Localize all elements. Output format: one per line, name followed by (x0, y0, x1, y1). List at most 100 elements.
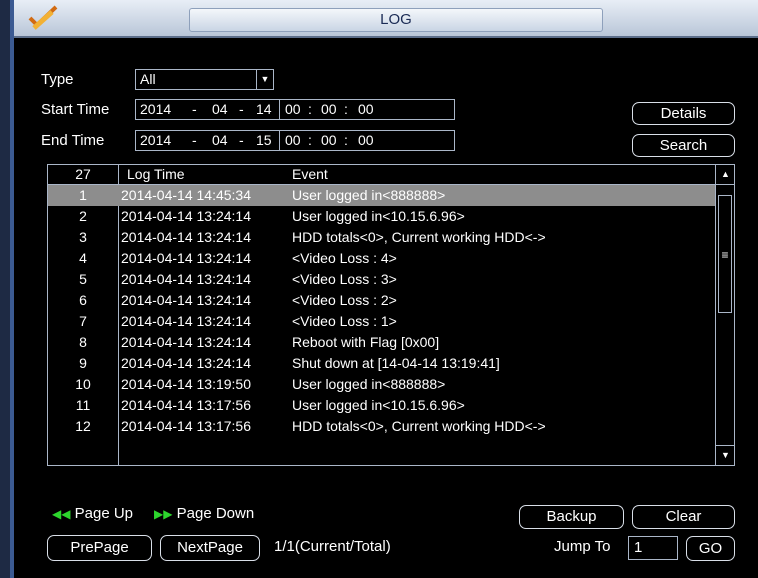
start-hour[interactable]: 00 (285, 100, 301, 119)
page-up-link[interactable]: ◀◀ Page Up (52, 505, 133, 522)
row-log-time: 2014-04-14 13:19:50 (121, 376, 251, 392)
row-log-time: 2014-04-14 13:24:14 (121, 313, 251, 329)
pen-check-logo-icon (28, 5, 58, 30)
row-event: <Video Loss : 4> (292, 250, 397, 266)
row-log-time: 2014-04-14 13:17:56 (121, 418, 251, 434)
row-log-time: 2014-04-14 13:24:14 (121, 355, 251, 371)
row-event: User logged in<10.15.6.96> (292, 208, 465, 224)
titlebar: LOG (14, 0, 758, 38)
start-divider (279, 100, 280, 119)
details-button[interactable]: Details (632, 102, 735, 125)
table-header: 27 Log Time Event (48, 165, 715, 185)
end-divider (279, 131, 280, 150)
row-event: <Video Loss : 1> (292, 313, 397, 329)
row-number: 7 (79, 313, 87, 329)
scrollbar[interactable]: ▲ ≡ ▼ (715, 165, 734, 465)
row-log-time: 2014-04-14 13:24:14 (121, 334, 251, 350)
end-year[interactable]: 2014 (140, 131, 171, 150)
type-select-value: All (140, 71, 156, 87)
table-row[interactable]: 10 2014-04-14 13:19:50 User logged in<8888… (48, 374, 715, 395)
type-select[interactable]: All ▼ (135, 69, 274, 90)
row-event: User logged in<10.15.6.96> (292, 397, 465, 413)
row-log-time: 2014-04-14 13:24:14 (121, 250, 251, 266)
start-year[interactable]: 2014 (140, 100, 171, 119)
table-row[interactable]: 4 2014-04-14 13:24:14 <Video Loss : 4> (48, 248, 715, 269)
start-month[interactable]: 04 (212, 100, 228, 119)
table-row[interactable]: 12 2014-04-14 13:17:56 HDD totals<0>, Curr… (48, 416, 715, 437)
nextpage-button[interactable]: NextPage (160, 535, 260, 561)
scroll-down-arrow-icon[interactable]: ▼ (716, 445, 734, 465)
row-event: Reboot with Flag [0x00] (292, 334, 440, 350)
table-row[interactable]: 3 2014-04-14 13:24:14 HDD totals<0>, Curre… (48, 227, 715, 248)
start-time-label: Start Time (41, 101, 110, 118)
page-status: 1/1(Current/Total) (274, 538, 391, 555)
log-table: 27 Log Time Event 1 2014-04-14 14:45:34 Us… (47, 164, 735, 466)
table-row[interactable]: 11 2014-04-14 13:17:56 User logged in<10.1… (48, 395, 715, 416)
table-row[interactable]: 5 2014-04-14 13:24:14 <Video Loss : 3> (48, 269, 715, 290)
skip-forward-icon: ▶▶ (154, 507, 173, 521)
backup-button[interactable]: Backup (519, 505, 624, 529)
end-day[interactable]: 15 (256, 131, 272, 150)
search-button[interactable]: Search (632, 134, 735, 157)
end-sep1: - (192, 132, 197, 148)
row-number: 12 (75, 418, 91, 434)
end-second[interactable]: 00 (358, 131, 374, 150)
end-hour[interactable]: 00 (285, 131, 301, 150)
clear-button[interactable]: Clear (632, 505, 735, 529)
row-number: 4 (79, 250, 87, 266)
row-number: 8 (79, 334, 87, 350)
table-row[interactable]: 7 2014-04-14 13:24:14 <Video Loss : 1> (48, 311, 715, 332)
table-row[interactable]: 8 2014-04-14 13:24:14 Reboot with Flag [0x… (48, 332, 715, 353)
page-down-link[interactable]: ▶▶ Page Down (154, 505, 254, 522)
start-sep2: - (239, 101, 244, 117)
row-number: 2 (79, 208, 87, 224)
prepage-button[interactable]: PrePage (47, 535, 152, 561)
start-colon1: : (308, 101, 312, 117)
row-number: 10 (75, 376, 91, 392)
end-minute[interactable]: 00 (321, 131, 337, 150)
jump-to-label: Jump To (554, 538, 611, 555)
row-log-time: 2014-04-14 13:24:14 (121, 292, 251, 308)
row-number: 1 (79, 187, 87, 203)
row-number: 5 (79, 271, 87, 287)
row-log-time: 2014-04-14 13:24:14 (121, 208, 251, 224)
table-row[interactable]: 9 2014-04-14 13:24:14 Shut down at [14-04-… (48, 353, 715, 374)
row-event: HDD totals<0>, Current working HDD<-> (292, 418, 546, 434)
start-second[interactable]: 00 (358, 100, 374, 119)
scroll-up-arrow-icon[interactable]: ▲ (716, 165, 734, 185)
row-number: 9 (79, 355, 87, 371)
page-down-label: Page Down (176, 505, 255, 522)
skip-back-icon: ◀◀ (52, 507, 71, 521)
start-sep1: - (192, 101, 197, 117)
table-rows: 1 2014-04-14 14:45:34 User logged in<88888… (48, 185, 715, 437)
table-row[interactable]: 2 2014-04-14 13:24:14 User logged in<10.15… (48, 206, 715, 227)
row-number: 11 (75, 397, 91, 413)
header-log-time: Log Time (127, 166, 185, 182)
go-button[interactable]: GO (686, 536, 735, 561)
table-row[interactable]: 6 2014-04-14 13:24:14 <Video Loss : 2> (48, 290, 715, 311)
row-log-time: 2014-04-14 14:45:34 (121, 187, 251, 203)
row-event: HDD totals<0>, Current working HDD<-> (292, 229, 546, 245)
start-day[interactable]: 14 (256, 100, 272, 119)
row-number: 3 (79, 229, 87, 245)
end-month[interactable]: 04 (212, 131, 228, 150)
page-up-label: Page Up (74, 505, 134, 522)
end-time-label: End Time (41, 132, 105, 149)
row-event: <Video Loss : 2> (292, 292, 397, 308)
header-event: Event (292, 166, 328, 182)
chevron-down-icon[interactable]: ▼ (256, 70, 273, 89)
scroll-thumb[interactable]: ≡ (718, 195, 732, 313)
jump-to-input[interactable]: 1 (628, 536, 678, 560)
left-edge (0, 0, 14, 578)
start-minute[interactable]: 00 (321, 100, 337, 119)
start-time-field[interactable]: 2014 - 04 - 14 00 : 00 : 00 (135, 99, 455, 120)
end-colon2: : (344, 132, 348, 148)
window-title: LOG (189, 8, 603, 32)
row-log-time: 2014-04-14 13:24:14 (121, 229, 251, 245)
end-sep2: - (239, 132, 244, 148)
header-count: 27 (75, 166, 91, 182)
row-log-time: 2014-04-14 13:24:14 (121, 271, 251, 287)
end-time-field[interactable]: 2014 - 04 - 15 00 : 00 : 00 (135, 130, 455, 151)
table-row[interactable]: 1 2014-04-14 14:45:34 User logged in<88888… (48, 185, 715, 206)
start-colon2: : (344, 101, 348, 117)
